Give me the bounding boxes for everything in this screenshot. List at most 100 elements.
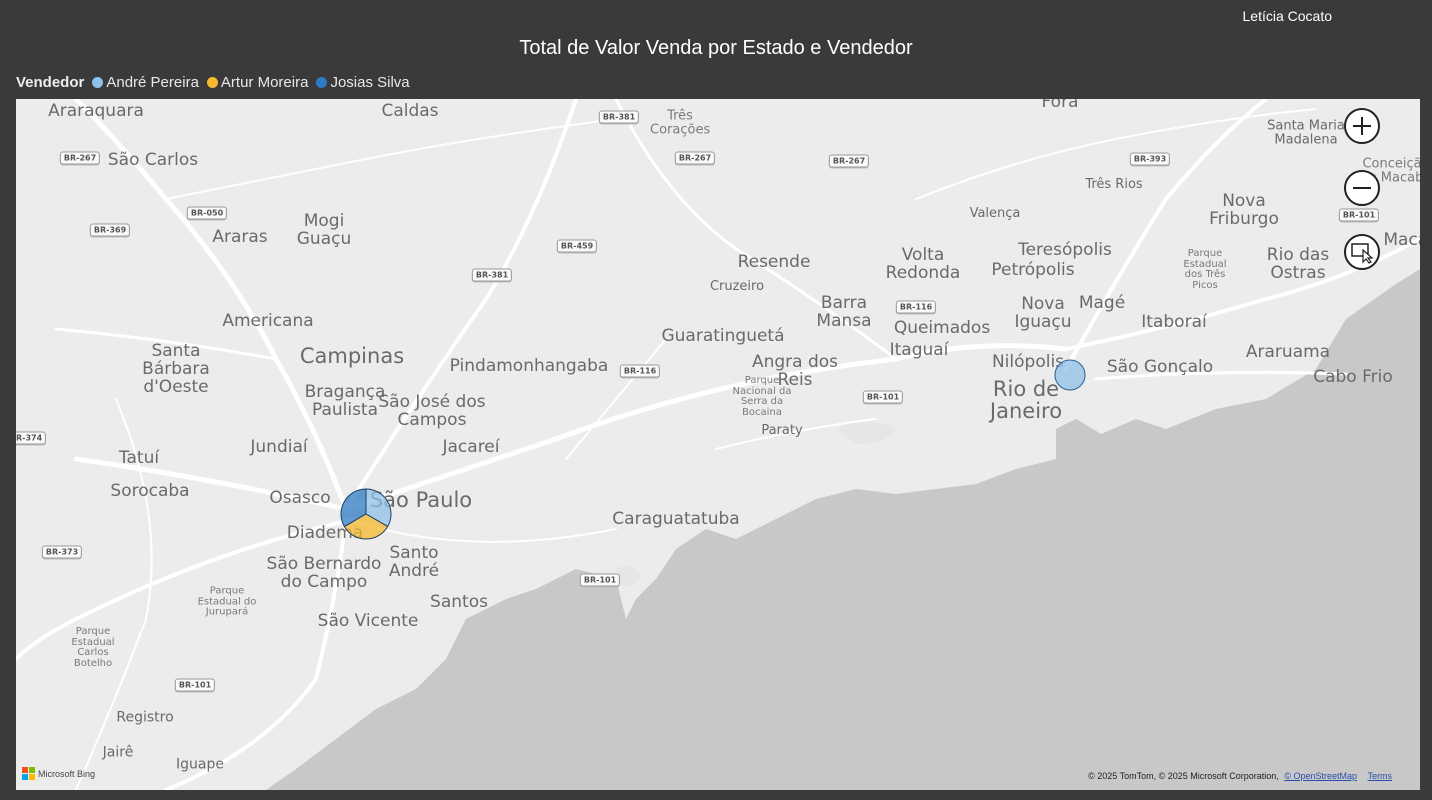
city-label: Cabo Frio <box>1313 367 1393 388</box>
road-shield: BR-101 <box>174 678 216 692</box>
legend-label: Josias Silva <box>330 74 410 91</box>
road-shield: BR-381 <box>471 268 513 282</box>
bing-label: Microsoft Bing <box>38 768 96 779</box>
map-canvas[interactable]: Araraquara Caldas Três Corações Fora San… <box>16 99 1420 790</box>
legend-dot-icon <box>316 77 328 88</box>
terms-link[interactable]: Terms <box>1368 771 1393 781</box>
pie-marker-sao-paulo[interactable] <box>340 488 392 540</box>
microsoft-logo-icon <box>22 767 35 780</box>
zoom-out-button[interactable] <box>1344 170 1380 206</box>
road-shield: BR-393 <box>1129 152 1171 166</box>
city-label: Três Corações <box>650 108 711 137</box>
city-label: Queimados <box>893 318 991 339</box>
park-label: Parque Estadual dos Três Picos <box>1183 248 1227 291</box>
city-label: Tatuí <box>118 448 160 469</box>
city-label: Barra Mansa <box>816 293 872 331</box>
city-label: Registro <box>116 709 174 726</box>
city-label: Osasco <box>269 488 331 509</box>
road-shield: BR-381 <box>598 110 640 124</box>
legend-dot-icon <box>206 77 218 88</box>
legend-label: André Pereira <box>106 74 199 91</box>
openstreetmap-link[interactable]: © OpenStreetMap <box>1284 771 1357 781</box>
road-shield: BR-101 <box>1338 208 1380 222</box>
road-shield: BR-050 <box>186 206 228 220</box>
city-label: Americana <box>222 311 314 332</box>
bing-logo: Microsoft Bing <box>22 767 95 780</box>
city-label: Santos <box>430 592 488 613</box>
legend-label: Artur Moreira <box>220 74 309 91</box>
road-shield: BR-267 <box>674 151 716 165</box>
city-label: Jacareí <box>442 437 500 458</box>
road-shield: BR-101 <box>579 573 621 587</box>
minus-icon <box>1353 187 1371 189</box>
road-shield: BR-267 <box>828 154 870 168</box>
city-label: Araraquara <box>48 101 144 122</box>
city-label: Itaboraí <box>1141 312 1207 333</box>
city-label: Araruama <box>1245 342 1331 363</box>
map-markers <box>340 488 392 540</box>
city-label: Cruzeiro <box>709 279 765 295</box>
road-shield: BR-459 <box>556 239 598 253</box>
road-shield: BR-373 <box>41 545 83 559</box>
city-label: Magé <box>1078 293 1126 314</box>
legend-dot-icon <box>92 77 104 88</box>
park-label: Parque Estadual Carlos Botelho <box>71 626 115 669</box>
city-label: Três Rios <box>1085 177 1143 193</box>
pie-slice[interactable] <box>1054 359 1086 391</box>
zoom-in-button[interactable] <box>1344 108 1380 144</box>
city-label: Itaguaí <box>889 340 949 361</box>
legend-item-josias[interactable]: Josias Silva <box>316 74 410 91</box>
road-shield: BR-116 <box>895 300 937 314</box>
city-label: Macaé <box>1383 230 1420 251</box>
city-label: Rio das Ostras <box>1266 245 1330 283</box>
road-shield: BR-369 <box>89 223 131 237</box>
legend: Vendedor André Pereira Artur Moreira Jos… <box>16 74 418 91</box>
city-label: Resende <box>737 252 811 273</box>
park-label: Parque Nacional da Serra da Bocaina <box>732 375 792 418</box>
city-label: Fora <box>1041 99 1079 113</box>
city-label: Mogi Guaçu <box>296 211 352 249</box>
plus-icon <box>1353 117 1371 135</box>
visual-title: Total de Valor Venda por Estado e Vended… <box>519 37 913 59</box>
city-label: Nova Iguaçu <box>1014 294 1072 332</box>
city-label: Petrópolis <box>991 260 1075 281</box>
legend-title: Vendedor <box>16 74 85 91</box>
legend-item-artur[interactable]: Artur Moreira <box>206 74 309 91</box>
legend-item-andre[interactable]: André Pereira <box>92 74 199 91</box>
city-label: Santa Bárbara d'Oeste <box>142 341 210 397</box>
pie-marker-rio-de-janeiro[interactable] <box>1054 359 1086 391</box>
select-area-button[interactable] <box>1344 234 1380 270</box>
park-label: Parque Estadual do Jurupará <box>197 585 257 618</box>
city-label: Caldas <box>381 101 439 122</box>
map-attribution: © 2025 TomTom, © 2025 Microsoft Corporat… <box>1088 771 1392 781</box>
city-label: Caraguatatuba <box>612 509 740 530</box>
city-label: Paraty <box>761 423 803 439</box>
city-label: Santo André <box>388 543 440 581</box>
city-label: São Carlos <box>107 150 199 171</box>
city-label: Jundiaí <box>250 437 308 458</box>
road-shield: BR-374 <box>16 431 47 445</box>
road-shield: BR-101 <box>862 390 904 404</box>
city-label: Nova Friburgo <box>1209 191 1279 229</box>
road-shield: BR-267 <box>59 151 101 165</box>
city-label: Sorocaba <box>110 481 190 502</box>
city-label: São José dos Campos <box>378 392 486 430</box>
city-label: São Gonçalo <box>1106 357 1214 378</box>
city-label: São Vicente <box>317 611 419 632</box>
user-name: Letícia Cocato <box>1242 8 1333 24</box>
city-label: Campinas <box>299 343 405 368</box>
city-label: Volta Redonda <box>885 245 961 283</box>
city-label: Teresópolis <box>1018 240 1112 261</box>
map-markers <box>1054 359 1086 391</box>
city-label: Araras <box>212 227 268 248</box>
attribution-text: © 2025 TomTom, © 2025 Microsoft Corporat… <box>1088 771 1279 781</box>
city-label: Guaratinguetá <box>661 326 785 347</box>
city-label: Jairê <box>102 744 134 761</box>
city-label: São Bernardo do Campo <box>266 554 382 592</box>
city-label: Santa Maria Madalena <box>1267 118 1345 147</box>
city-label: Pindamonhangaba <box>449 356 609 377</box>
road-shield: BR-116 <box>619 364 661 378</box>
city-label: Iguape <box>176 756 224 773</box>
select-area-icon <box>1351 243 1374 264</box>
city-label: Valença <box>969 206 1021 222</box>
